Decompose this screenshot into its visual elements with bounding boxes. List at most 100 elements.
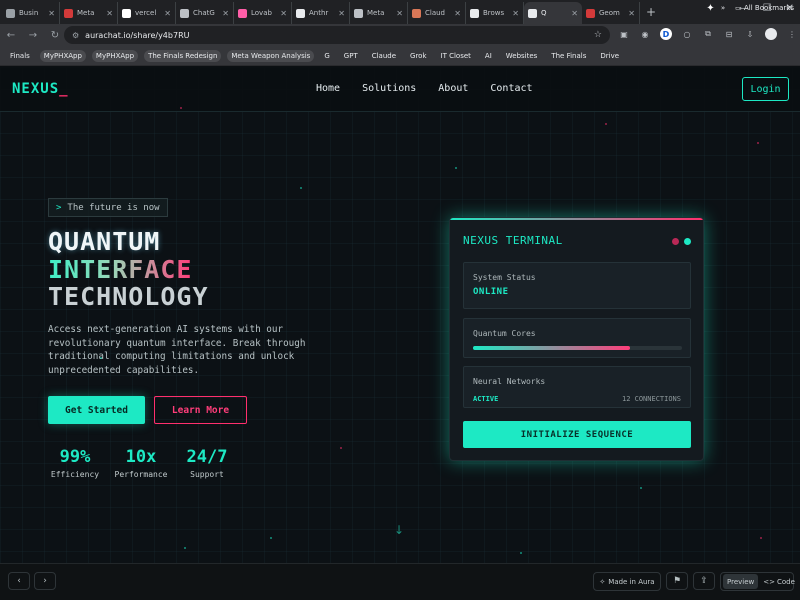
all-bookmarks-link[interactable]: ▭ All Bookmarks [735,4,794,12]
next-arrow-button[interactable]: › [34,572,56,590]
bookmark-label: Websites [505,51,538,60]
tab-close-icon[interactable]: ✕ [106,9,113,18]
extensions-puzzle-icon[interactable]: ⧉ [702,28,714,40]
tab-close-icon[interactable]: ✕ [396,9,403,18]
bookmark-item[interactable]: GPT [340,50,362,62]
learn-more-button[interactable]: Learn More [154,396,247,424]
tab-close-icon[interactable]: ✕ [571,9,578,18]
preview-code-toggle: Preview <> Code [720,572,795,591]
bookmark-item[interactable]: MyPHXApp [91,49,139,62]
nav-link-solutions[interactable]: Solutions [362,83,416,94]
tab-search-icon[interactable]: ⊟ [723,28,735,40]
background-spark [520,552,522,554]
site-info-icon[interactable]: ⚙ [72,31,79,40]
code-tab[interactable]: <> Code [758,578,800,586]
browser-tab[interactable]: Meta ✕ [60,2,118,24]
tab-close-icon[interactable]: ✕ [280,9,287,18]
logo-text: NEXUS [12,81,60,97]
bookmark-item[interactable]: Drive [596,50,623,62]
neural-networks-state: ACTIVE [473,395,499,403]
nav-link-home[interactable]: Home [316,83,340,94]
bookmark-item[interactable]: Meta Weapon Analysis [227,49,315,62]
initialize-sequence-button[interactable]: INITIALIZE SEQUENCE [463,421,691,448]
menu-icon[interactable]: ⋮ [786,28,798,40]
bookmark-label: Grok [410,51,427,60]
stat-label: Efficiency [50,470,100,479]
tab-close-icon[interactable]: ✕ [512,9,519,18]
bookmark-item[interactable]: Finals [6,50,34,62]
background-spark [300,187,302,189]
get-started-button[interactable]: Get Started [48,396,145,424]
background-spark [640,487,642,489]
profile-avatar[interactable] [765,28,777,40]
tab-close-icon[interactable]: ✕ [48,9,55,18]
browser-tab[interactable]: Q ✕ [524,2,582,24]
browser-tab[interactable]: vercel ✕ [118,2,176,24]
nav-link-contact[interactable]: Contact [490,83,532,94]
browser-tab[interactable]: Busin ✕ [2,2,60,24]
scroll-down-icon[interactable]: ↓ [394,523,404,537]
new-tab-icon[interactable]: + [646,5,656,19]
site-logo[interactable]: NEXUS_ [12,81,69,97]
status-dot-green [684,238,691,245]
bookmark-star-icon[interactable]: ☆ [594,30,602,40]
made-in-aura-badge[interactable]: ✧ Made in Aura [593,572,661,591]
stat-value: 99% [59,447,91,467]
bookmark-label: IT Closet [440,51,471,60]
gemini-icon[interactable]: ✦ [706,3,714,14]
reload-icon[interactable]: ↻ [44,30,66,41]
login-button[interactable]: Login [742,77,789,101]
extension-icon[interactable]: ◉ [639,28,651,40]
bookmark-item[interactable]: AI [481,50,496,62]
bookmark-label: Claude [371,51,397,60]
nexus-terminal-card: NEXUS TERMINAL System Status ONLINE Quan… [449,217,704,461]
bookmarks-bar: Finals MyPHXApp MyPHXApp The Finals Redesig… [0,46,800,66]
tab-title: Q [541,9,547,17]
bookmark-item[interactable]: The Finals Redesign [144,49,222,62]
status-dot-red [672,238,679,245]
extension-icon[interactable]: D [660,28,672,40]
forward-icon[interactable]: → [22,30,44,41]
extension-icon[interactable]: ○ [681,28,693,40]
folder-icon: ▭ [735,4,742,12]
back-icon[interactable]: ← [0,30,22,41]
share-button[interactable]: ⇪ [693,572,715,590]
bookmark-label: The Finals [551,51,587,60]
bookmark-item[interactable]: IT Closet [437,50,475,62]
download-icon[interactable]: ⇩ [744,28,756,40]
browser-tab[interactable]: Geom ✕ [582,2,640,24]
browser-tab[interactable]: ChatG ✕ [176,2,234,24]
tab-close-icon[interactable]: ✕ [628,9,635,18]
more-bookmarks-icon[interactable]: » [721,4,725,12]
bookmark-item[interactable]: Claude [368,50,400,62]
extension-icon[interactable]: ▣ [618,28,630,40]
remix-button[interactable]: ⚑ [666,572,688,590]
url-field[interactable]: ⚙ aurachat.io/share/y4b7RU ☆ [64,26,610,44]
browser-tab[interactable]: Claud ✕ [408,2,466,24]
tab-close-icon[interactable]: ✕ [164,9,171,18]
terminal-accent-line [450,218,703,220]
bookmark-item[interactable]: G [320,50,333,62]
tab-title: Meta [77,9,95,17]
browser-tab[interactable]: Meta ✕ [350,2,408,24]
tab-close-icon[interactable]: ✕ [222,9,229,18]
nav-links: Home Solutions About Contact [316,83,533,94]
prev-arrow-button[interactable]: ‹ [8,572,30,590]
tab-title: Busin [19,9,39,17]
bookmark-item[interactable]: MyPHXApp [39,49,86,62]
stat-value: 24/7 [186,447,228,467]
browser-tab-bar: Busin ✕ Meta ✕ vercel ✕ ChatG ✕ Lovab ✕ Anthr ✕ Meta… [0,0,800,24]
nav-link-about[interactable]: About [438,83,468,94]
bookmark-item[interactable]: Grok [406,50,431,62]
tab-close-icon[interactable]: ✕ [338,9,345,18]
tab-close-icon[interactable]: ✕ [454,9,461,18]
browser-tab[interactable]: Anthr ✕ [292,2,350,24]
quantum-cores-progress-track [473,346,682,350]
site-nav: NEXUS_ Home Solutions About Contact Logi… [0,67,800,112]
browser-tab[interactable]: Brows ✕ [466,2,524,24]
stat-label: Support [190,470,224,479]
browser-tab[interactable]: Lovab ✕ [234,2,292,24]
bookmark-item[interactable]: The Finals [547,50,590,62]
preview-tab[interactable]: Preview [723,574,759,589]
bookmark-item[interactable]: Websites [502,50,542,62]
